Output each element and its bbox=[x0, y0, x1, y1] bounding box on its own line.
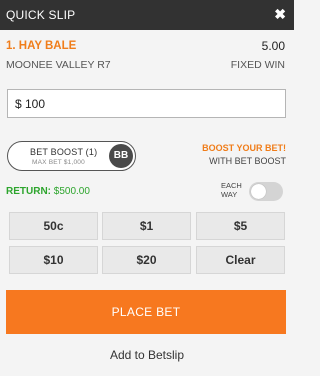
boost-promo-title: BOOST YOUR BET! bbox=[202, 143, 286, 153]
selection-name: 1. HAY BALE bbox=[6, 40, 77, 52]
bet-boost-badge-icon: BB bbox=[109, 144, 133, 168]
each-way-toggle[interactable] bbox=[249, 182, 283, 201]
clear-button[interactable]: Clear bbox=[196, 246, 285, 274]
selection-odds: 5.00 bbox=[261, 39, 285, 53]
header-title: QUICK SLIP bbox=[6, 8, 76, 22]
return-label: RETURN: bbox=[6, 186, 51, 197]
stake-input[interactable] bbox=[25, 94, 275, 114]
return-display: RETURN: $500.00 bbox=[6, 186, 90, 197]
place-bet-button[interactable]: PLACE BET bbox=[6, 290, 286, 334]
quick-stake-20-button[interactable]: $20 bbox=[102, 246, 191, 274]
toggle-knob bbox=[251, 184, 266, 199]
bet-type: FIXED WIN bbox=[230, 59, 285, 71]
race-name: MOONEE VALLEY R7 bbox=[6, 59, 111, 71]
boost-promo-subtitle: WITH BET BOOST bbox=[209, 156, 286, 166]
each-way-label: EACH WAY bbox=[221, 181, 242, 199]
quick-slip-header: QUICK SLIP ✖ bbox=[0, 0, 294, 30]
max-bet-label: MAX BET $1,000 bbox=[32, 159, 85, 166]
quick-stake-10-button[interactable]: $10 bbox=[9, 246, 98, 274]
return-value: $500.00 bbox=[53, 186, 90, 197]
each-way-label-line1: EACH bbox=[221, 181, 242, 190]
close-icon[interactable]: ✖ bbox=[274, 6, 286, 22]
bet-boost-button[interactable]: BET BOOST (1) MAX BET $1,000 BB bbox=[7, 141, 136, 171]
currency-symbol: $ bbox=[15, 97, 22, 111]
quick-stake-50c-button[interactable]: 50c bbox=[9, 212, 98, 240]
quick-stake-5-button[interactable]: $5 bbox=[196, 212, 285, 240]
add-to-betslip-link[interactable]: Add to Betslip bbox=[0, 348, 294, 362]
each-way-label-line2: WAY bbox=[221, 190, 238, 199]
quick-stake-1-button[interactable]: $1 bbox=[102, 212, 191, 240]
stake-field[interactable]: $ bbox=[7, 89, 286, 118]
bet-boost-label: BET BOOST (1) bbox=[30, 147, 98, 157]
